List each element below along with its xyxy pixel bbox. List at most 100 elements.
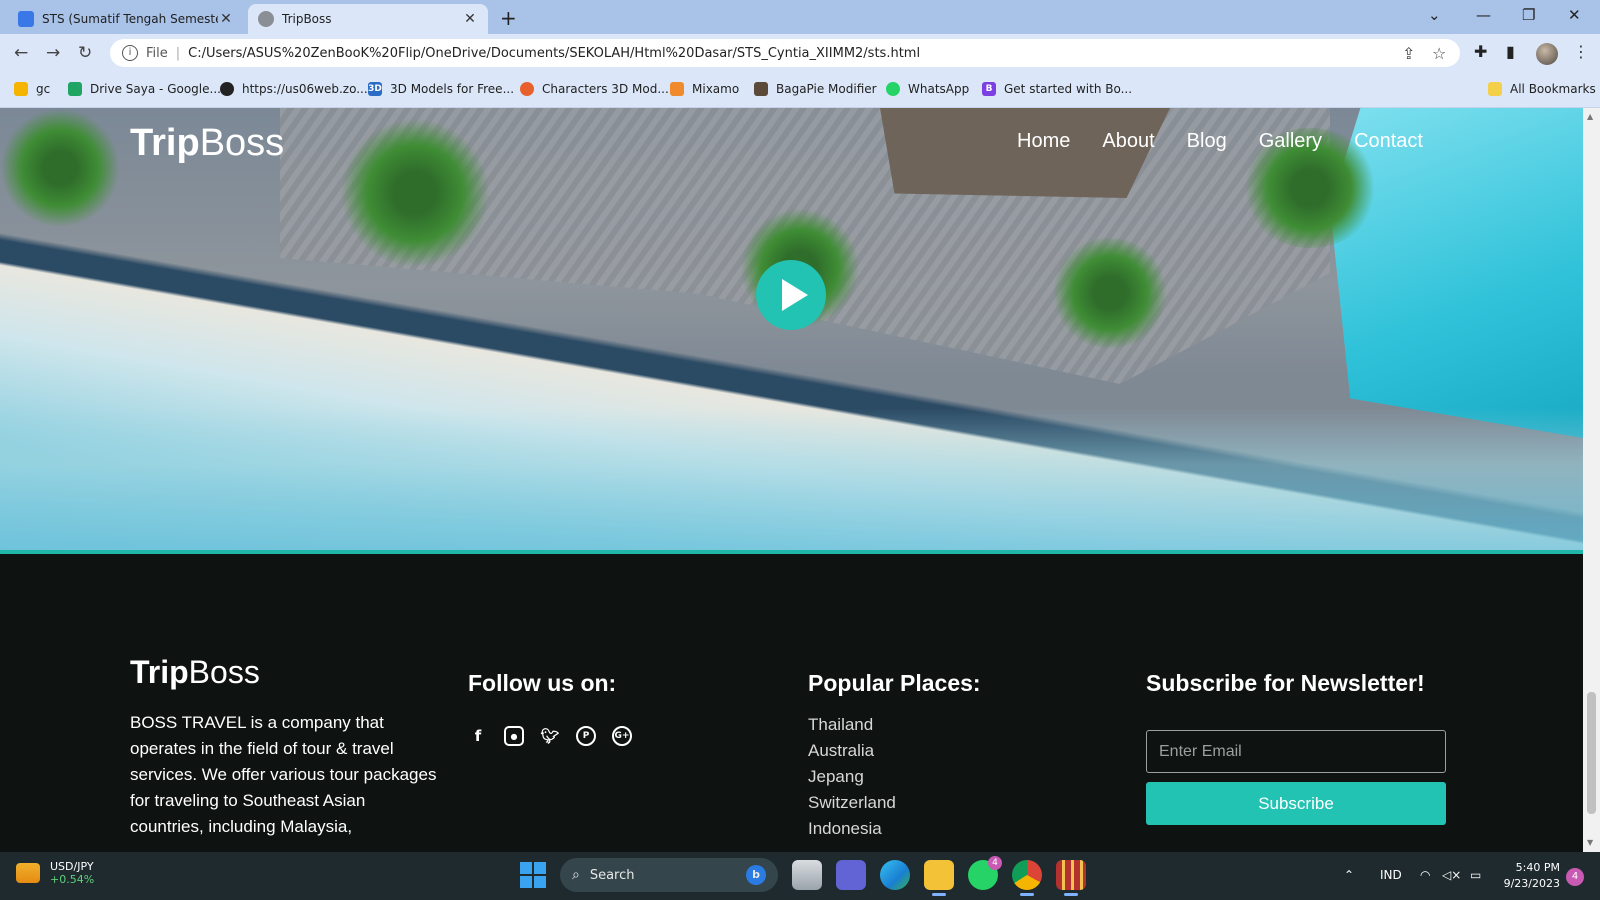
place-link[interactable]: Thailand xyxy=(808,712,896,738)
volume-muted-icon[interactable]: ◁× xyxy=(1442,868,1461,882)
scroll-up-icon[interactable]: ▲ xyxy=(1587,112,1593,121)
place-link[interactable]: Australia xyxy=(808,738,896,764)
close-window-button[interactable]: ✕ xyxy=(1568,6,1581,24)
menu-icon[interactable]: ⋮ xyxy=(1573,42,1589,61)
language-indicator[interactable]: IND xyxy=(1380,868,1402,882)
nav-about[interactable]: About xyxy=(1102,130,1154,153)
extensions-icon[interactable]: ✚ xyxy=(1474,42,1487,61)
nav-home[interactable]: Home xyxy=(1017,130,1070,153)
taskbar: USD/JPY +0.54% ⌕ Search b 4 ⌃ IND ◠ ◁× ▭… xyxy=(0,852,1600,900)
tab-search-icon[interactable]: ⌄ xyxy=(1428,6,1441,24)
stocks-icon xyxy=(16,863,40,883)
mixamo-icon xyxy=(670,82,684,96)
chevron-up-icon[interactable]: ⌃ xyxy=(1344,868,1354,882)
social-links: f ● 🐦︎ P G+ xyxy=(468,726,632,746)
close-icon[interactable]: ✕ xyxy=(462,11,478,27)
classroom-icon xyxy=(18,11,34,27)
logo-bold: Trip xyxy=(130,654,189,690)
bookmark-label: Characters 3D Mod... xyxy=(542,82,669,96)
bookmark-item[interactable]: Characters 3D Mod... xyxy=(520,82,669,96)
site-logo[interactable]: TripBoss xyxy=(130,122,284,165)
scheme-label: File xyxy=(146,45,168,61)
facebook-icon[interactable]: f xyxy=(468,726,488,746)
subscribe-button[interactable]: Subscribe xyxy=(1146,782,1446,825)
weather-widget[interactable]: USD/JPY +0.54% xyxy=(16,860,94,886)
folder-icon xyxy=(1488,82,1502,96)
new-tab-button[interactable]: + xyxy=(500,6,517,30)
instagram-icon[interactable]: ● xyxy=(504,726,524,746)
clock[interactable]: 5:40 PM 9/23/2023 xyxy=(1496,860,1560,892)
notification-badge: 4 xyxy=(988,856,1002,870)
whatsapp-icon[interactable]: 4 xyxy=(968,856,1002,890)
bookmark-item[interactable]: https://us06web.zo... xyxy=(220,82,368,96)
nav-blog[interactable]: Blog xyxy=(1187,130,1227,153)
drive-icon xyxy=(68,82,82,96)
scrollbar-thumb[interactable] xyxy=(1587,692,1596,814)
teams-icon[interactable] xyxy=(836,860,866,890)
tab-title: STS (Sumatif Tengah Semester) C xyxy=(42,12,218,26)
tab-strip: STS (Sumatif Tengah Semester) C ✕ TripBo… xyxy=(0,0,1600,34)
bookmark-item[interactable]: 3D 3D Models for Free... xyxy=(368,82,514,96)
bookmark-item[interactable]: WhatsApp xyxy=(886,82,969,96)
bing-icon: b xyxy=(746,865,766,885)
avatar[interactable] xyxy=(1536,43,1558,65)
bookmark-item[interactable]: gc xyxy=(14,82,50,96)
tab-sts[interactable]: STS (Sumatif Tengah Semester) C ✕ xyxy=(8,4,244,34)
logo-bold: Trip xyxy=(130,122,200,164)
email-field[interactable] xyxy=(1146,730,1446,773)
search-label: Search xyxy=(589,867,635,883)
tab-tripboss[interactable]: TripBoss ✕ xyxy=(248,4,488,34)
forward-button[interactable]: → xyxy=(46,43,60,63)
start-button[interactable] xyxy=(520,862,546,888)
twitter-icon[interactable]: 🐦︎ xyxy=(540,726,560,746)
bookmarks-bar: gc Drive Saya - Google... https://us06we… xyxy=(0,72,1600,108)
ticker-change: +0.54% xyxy=(50,873,95,886)
notification-badge[interactable]: 4 xyxy=(1566,868,1584,886)
winrar-icon[interactable] xyxy=(1056,860,1086,896)
restore-button[interactable]: ❐ xyxy=(1522,6,1535,24)
nav-contact[interactable]: Contact xyxy=(1354,130,1423,153)
clock-time: 5:40 PM xyxy=(1515,861,1560,874)
reload-button[interactable]: ↻ xyxy=(78,43,92,63)
bookmark-item[interactable]: Mixamo xyxy=(670,82,739,96)
3d-icon: 3D xyxy=(368,82,382,96)
place-link[interactable]: Indonesia xyxy=(808,816,896,842)
globe-icon xyxy=(220,82,234,96)
bookmark-item[interactable]: Drive Saya - Google... xyxy=(68,82,221,96)
about-text: BOSS TRAVEL is a company that operates i… xyxy=(130,713,437,836)
bookmark-label: gc xyxy=(36,82,51,96)
info-icon[interactable]: i xyxy=(122,45,138,61)
side-panel-icon[interactable]: ▮ xyxy=(1506,42,1515,61)
nav-gallery[interactable]: Gallery xyxy=(1259,130,1322,153)
palm-image xyxy=(340,118,490,268)
chrome-icon[interactable] xyxy=(1012,860,1042,896)
all-bookmarks-button[interactable]: All Bookmarks xyxy=(1488,82,1596,96)
battery-icon[interactable]: ▭ xyxy=(1470,868,1481,882)
close-icon[interactable]: ✕ xyxy=(218,11,234,27)
task-view-icon[interactable] xyxy=(792,860,822,890)
back-button[interactable]: ← xyxy=(14,43,28,63)
whatsapp-icon xyxy=(886,82,900,96)
place-link[interactable]: Switzerland xyxy=(808,790,896,816)
share-icon[interactable]: ⇪ xyxy=(1402,44,1415,63)
wifi-icon[interactable]: ◠ xyxy=(1420,868,1430,882)
footer-logo[interactable]: TripBoss xyxy=(130,654,260,691)
file-explorer-icon[interactable] xyxy=(924,860,954,896)
search-box[interactable]: ⌕ Search b xyxy=(560,858,778,892)
pinterest-icon[interactable]: P xyxy=(576,726,596,746)
scroll-down-icon[interactable]: ▼ xyxy=(1587,838,1593,847)
bookmark-label: Drive Saya - Google... xyxy=(90,82,221,96)
bookmark-item[interactable]: BagaPie Modifier xyxy=(754,82,877,96)
bookmark-star-icon[interactable]: ☆ xyxy=(1432,44,1446,63)
place-link[interactable]: Jepang xyxy=(808,764,896,790)
play-button[interactable] xyxy=(756,260,826,330)
address-bar[interactable]: i File | C:/Users/ASUS%20ZenBooK%20Flip/… xyxy=(110,39,1460,67)
taskbar-apps: ⌕ Search b 4 xyxy=(520,856,1086,896)
google-plus-icon[interactable]: G+ xyxy=(612,726,632,746)
edge-icon[interactable] xyxy=(880,860,910,890)
minimize-button[interactable]: — xyxy=(1476,6,1491,24)
page-viewport: TripBoss Home About Blog Gallery Contact… xyxy=(0,108,1583,852)
bookmark-label: WhatsApp xyxy=(908,82,970,96)
bookmark-item[interactable]: B Get started with Bo... xyxy=(982,82,1132,96)
page-scrollbar[interactable]: ▲ ▼ xyxy=(1583,108,1600,852)
